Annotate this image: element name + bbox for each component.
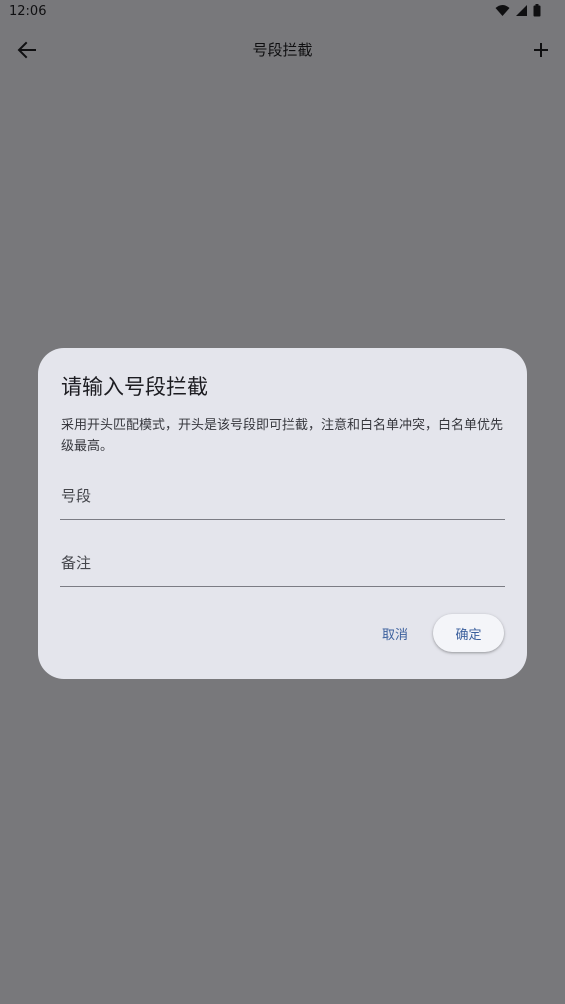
dialog-message: 采用开头匹配模式，开头是该号段即可拦截，注意和白名单冲突，白名单优先级最高。 bbox=[61, 418, 504, 454]
note-input[interactable] bbox=[60, 539, 505, 587]
intercept-dialog: 请输入号段拦截 采用开头匹配模式，开头是该号段即可拦截，注意和白名单冲突，白名单… bbox=[38, 348, 527, 679]
number-prefix-field bbox=[60, 472, 505, 521]
dialog-title: 请输入号段拦截 bbox=[61, 375, 208, 399]
number-prefix-input[interactable] bbox=[60, 472, 505, 520]
note-field bbox=[60, 539, 505, 588]
confirm-button[interactable]: 确定 bbox=[433, 614, 504, 652]
app-root: 12:06 号段拦截 请输入号段拦截 bbox=[0, 0, 565, 1004]
dialog-actions: 取消 确定 bbox=[38, 614, 527, 654]
cancel-button[interactable]: 取消 bbox=[372, 614, 418, 652]
